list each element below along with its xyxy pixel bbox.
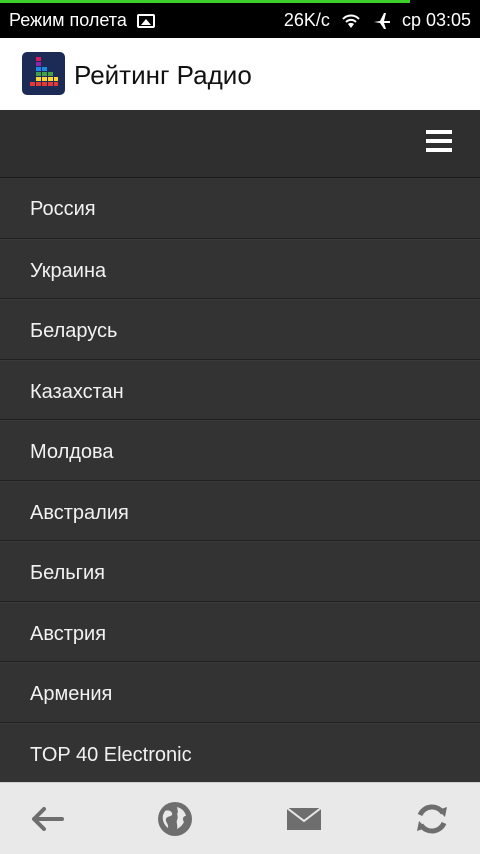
status-right: 26K/c ср 03:05 bbox=[284, 10, 471, 31]
list-item-label: Россия bbox=[30, 198, 96, 220]
menu-icon[interactable] bbox=[426, 130, 452, 154]
status-bar: Режим полета 26K/c ср 03:05 bbox=[0, 0, 480, 38]
status-left: Режим полета bbox=[9, 10, 155, 31]
top-toolbar bbox=[0, 110, 480, 178]
list-item-label: Бельгия bbox=[30, 562, 105, 584]
airplane-icon bbox=[373, 12, 390, 29]
app-header: Рейтинг Радио bbox=[0, 38, 480, 110]
list-item-belarus[interactable]: Беларусь bbox=[0, 299, 480, 360]
list-item-label: Австрия bbox=[30, 622, 107, 645]
list-item-label: Молдова bbox=[30, 441, 114, 463]
airplane-mode-text: Режим полета bbox=[9, 10, 127, 30]
refresh-icon[interactable] bbox=[412, 799, 452, 839]
wifi-icon bbox=[342, 14, 360, 28]
status-progress-indicator bbox=[0, 0, 410, 3]
list-item-russia[interactable]: Россия bbox=[0, 178, 480, 239]
list-item-label: Украина bbox=[30, 259, 107, 282]
clock: ср 03:05 bbox=[401, 10, 471, 30]
list-item-label: Беларусь bbox=[30, 320, 118, 342]
list-item-belgium[interactable]: Бельгия bbox=[0, 541, 480, 602]
list-item-ukraine[interactable]: Украина bbox=[0, 238, 480, 299]
list-item-label: Австралия bbox=[30, 501, 129, 524]
list-item-kazakhstan[interactable]: Казахстан bbox=[0, 359, 480, 420]
mail-icon[interactable] bbox=[284, 799, 324, 839]
bottom-navigation bbox=[0, 782, 480, 854]
globe-icon[interactable] bbox=[155, 799, 195, 839]
country-list: Россия Украина Беларусь Казахстан Молдов… bbox=[0, 178, 480, 782]
network-speed: 26K/c bbox=[283, 10, 330, 30]
list-item-australia[interactable]: Австралия bbox=[0, 480, 480, 541]
list-item-label: Армения bbox=[30, 683, 113, 705]
list-item-moldova[interactable]: Молдова bbox=[0, 420, 480, 481]
list-item-label: TOP 40 Electronic bbox=[30, 743, 192, 766]
app-title: Рейтинг Радио bbox=[74, 60, 252, 90]
list-item-label: Казахстан bbox=[30, 380, 124, 403]
back-arrow-icon[interactable] bbox=[28, 799, 68, 839]
image-notification-icon bbox=[136, 13, 155, 28]
list-item-top40-electronic[interactable]: TOP 40 Electronic bbox=[0, 722, 480, 782]
list-item-austria[interactable]: Австрия bbox=[0, 601, 480, 662]
list-item-armenia[interactable]: Армения bbox=[0, 662, 480, 723]
app-logo-icon bbox=[22, 52, 65, 95]
